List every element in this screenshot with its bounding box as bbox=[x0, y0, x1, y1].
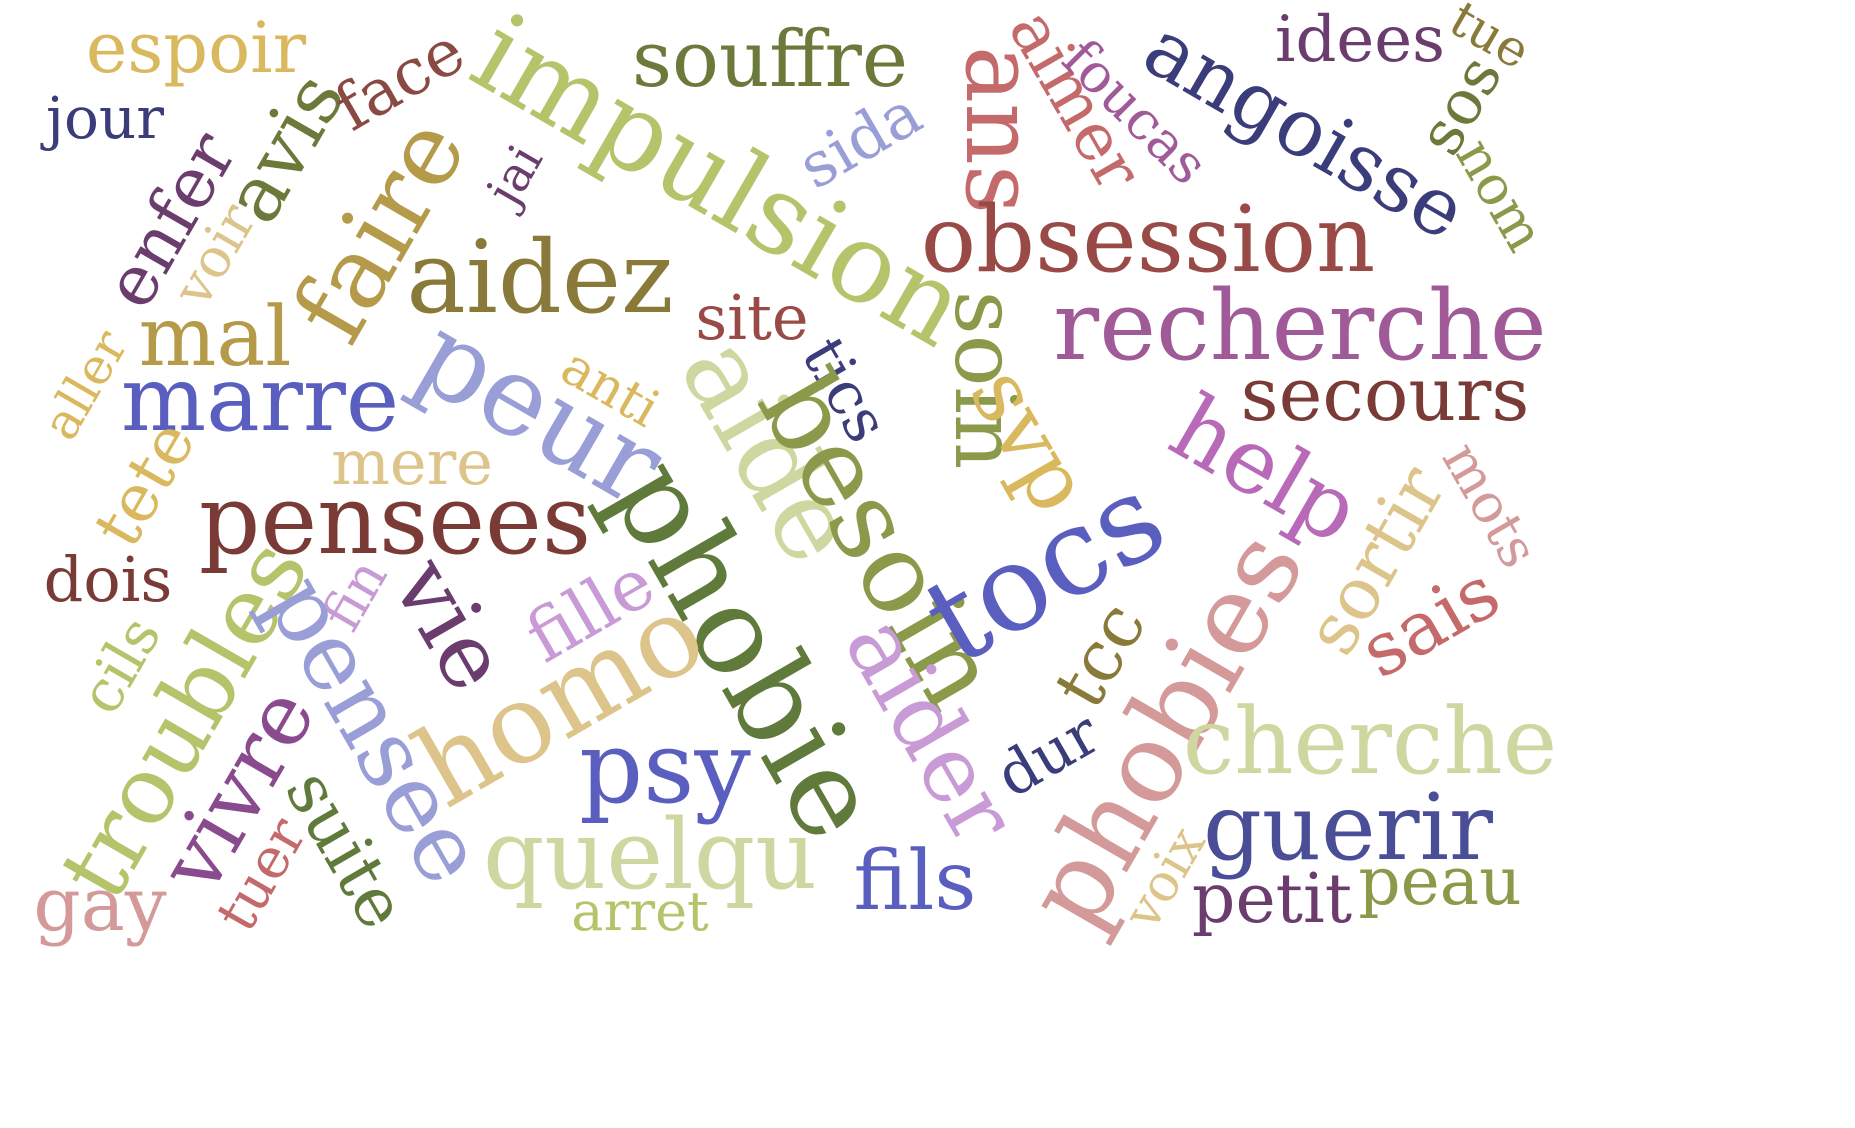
word-arret: arret bbox=[571, 880, 709, 943]
word-peau: peau bbox=[1358, 843, 1522, 920]
word-fils: fils bbox=[853, 834, 977, 929]
word-cloud: espoir jour avis face enfer impulsion so… bbox=[0, 0, 1855, 1128]
word-jour: jour bbox=[46, 84, 164, 152]
word-idees: idees bbox=[1274, 3, 1446, 77]
word-gay: gay bbox=[33, 862, 167, 948]
word-petit: petit bbox=[1191, 860, 1353, 939]
word-dois: dois bbox=[43, 543, 173, 616]
word-souffre: souffre bbox=[631, 15, 909, 105]
word-espoir: espoir bbox=[85, 7, 307, 89]
word-tete: tete bbox=[78, 407, 211, 560]
